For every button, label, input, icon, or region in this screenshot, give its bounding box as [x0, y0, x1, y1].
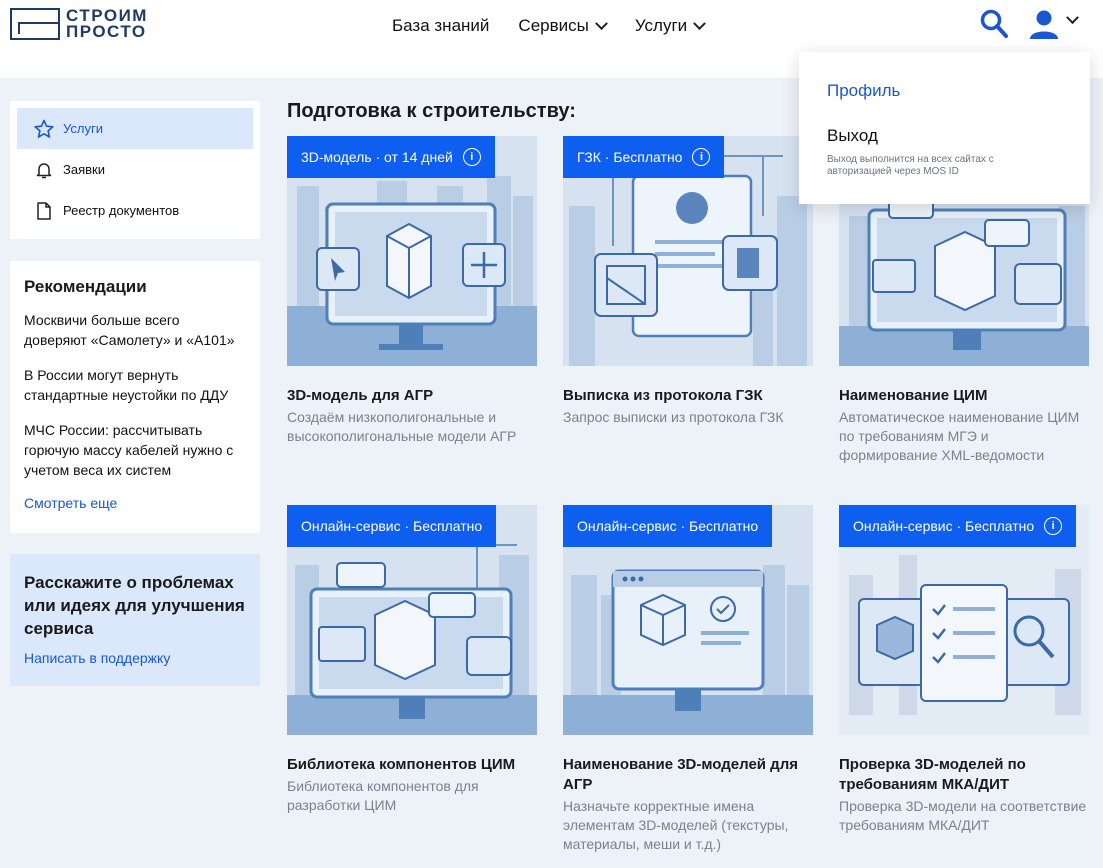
- card-title: Наименование 3D-моделей для АГР: [563, 756, 798, 793]
- recommendation-link[interactable]: Москвичи больше всего доверяют «Самолету…: [24, 310, 246, 350]
- card-illustration: Онлайн-сервис · Бесплатно: [287, 505, 537, 735]
- card-badge: ГЗК · Бесплатно i: [563, 136, 725, 178]
- card-description: Автоматическое наименование ЦИМ по требо…: [839, 409, 1080, 463]
- logo-mark-icon: [10, 8, 60, 40]
- user-chevron-down-icon[interactable]: [1066, 11, 1079, 25]
- user-dropdown-menu: Профиль Выход Выход выполнится на всех с…: [799, 52, 1090, 204]
- sidebar-menu: Услуги Заявки Реестр документов: [10, 101, 260, 239]
- support-link[interactable]: Написать в поддержку: [24, 650, 246, 666]
- card-badge: Онлайн-сервис · Бесплатно i: [839, 505, 1077, 547]
- info-icon[interactable]: i: [462, 148, 481, 166]
- service-card-gzk-extract[interactable]: ГЗК · Бесплатно i Выписка из протокола ГЗ…: [563, 136, 813, 427]
- sidebar-item-label: Заявки: [63, 162, 105, 177]
- service-card-cim-library[interactable]: Онлайн-сервис · Бесплатно Библиотека ком…: [287, 505, 537, 815]
- card-title: Проверка 3D-моделей по требованиям МКА/Д…: [839, 756, 1026, 793]
- card-illustration: Онлайн-сервис · Бесплатно: [563, 505, 813, 735]
- document-icon: [37, 201, 51, 220]
- page-title: Подготовка к строительству:: [287, 100, 576, 122]
- card-description: Проверка 3D-модели на соответствие требо…: [839, 798, 1087, 833]
- info-icon[interactable]: i: [692, 148, 711, 166]
- sidebar-item-documents[interactable]: Реестр документов: [17, 190, 253, 231]
- card-title: Выписка из протокола ГЗК: [563, 387, 763, 404]
- card-badge: Онлайн-сервис · Бесплатно: [287, 505, 497, 547]
- sidebar-item-label: Реестр документов: [63, 203, 180, 218]
- sidebar-item-services[interactable]: Услуги: [17, 108, 253, 149]
- chevron-down-icon: [693, 16, 707, 30]
- service-card-3d-naming[interactable]: Онлайн-сервис · Бесплатно Наименование 3…: [563, 505, 813, 854]
- card-description: Библиотека компонентов для разработки ЦИ…: [287, 778, 479, 813]
- service-card-3d-model[interactable]: 3D-модель · от 14 дней i 3D-модель для АГ…: [287, 136, 537, 446]
- card-description: Назначьте корректные имена элементам 3D-…: [563, 798, 789, 852]
- chevron-down-icon: [594, 16, 608, 30]
- recommendations-title: Рекомендации: [24, 277, 147, 296]
- card-badge: 3D-модель · от 14 дней i: [287, 136, 495, 178]
- feedback-panel: Расскажите о проблемах или идеях для улу…: [10, 554, 260, 686]
- card-badge: Онлайн-сервис · Бесплатно: [563, 505, 773, 547]
- bell-icon: [36, 162, 52, 178]
- service-card-3d-check[interactable]: Онлайн-сервис · Бесплатно i Проверка 3D-м…: [839, 505, 1089, 835]
- nav-knowledge-base[interactable]: База знаний: [392, 14, 489, 38]
- card-illustration: Онлайн-сервис · Бесплатно i: [839, 505, 1089, 735]
- main-nav: База знаний Сервисы Услуги: [392, 14, 707, 38]
- see-more-link[interactable]: Смотреть еще: [24, 495, 246, 511]
- search-icon[interactable]: [980, 9, 1008, 39]
- sidebar-item-requests[interactable]: Заявки: [17, 149, 253, 190]
- card-illustration: ГЗК · Бесплатно i: [563, 136, 813, 366]
- card-title: Наименование ЦИМ: [839, 387, 988, 404]
- feedback-title: Расскажите о проблемах или идеях для улу…: [24, 573, 245, 638]
- card-title: 3D-модель для АГР: [287, 387, 434, 404]
- logo[interactable]: СТРОИМ ПРОСТО: [10, 7, 148, 41]
- card-description: Создаём низкополигональные и высокополиг…: [287, 409, 517, 444]
- logout-menu-item[interactable]: Выход: [827, 126, 878, 146]
- nav-services[interactable]: Сервисы: [518, 14, 608, 38]
- recommendation-link[interactable]: В России могут вернуть стандартные неуст…: [24, 365, 246, 405]
- recommendations-panel: Рекомендации Москвичи больше всего довер…: [10, 261, 260, 533]
- logo-line-2: ПРОСТО: [66, 22, 147, 41]
- card-illustration: 3D-модель · от 14 дней i: [287, 136, 537, 366]
- user-icon[interactable]: [1028, 8, 1060, 40]
- card-title: Библиотека компонентов ЦИМ: [287, 756, 516, 773]
- info-icon[interactable]: i: [1044, 517, 1063, 535]
- nav-offerings[interactable]: Услуги: [635, 14, 707, 38]
- recommendation-link[interactable]: МЧС России: рассчитывать горючую массу к…: [24, 420, 246, 480]
- sidebar-item-label: Услуги: [63, 121, 103, 136]
- star-icon: [34, 119, 54, 138]
- card-description: Запрос выписки из протокола ГЗК: [563, 409, 784, 425]
- logout-note: Выход выполнится на всех сайтах с автори…: [827, 154, 994, 177]
- profile-menu-item[interactable]: Профиль: [827, 81, 900, 101]
